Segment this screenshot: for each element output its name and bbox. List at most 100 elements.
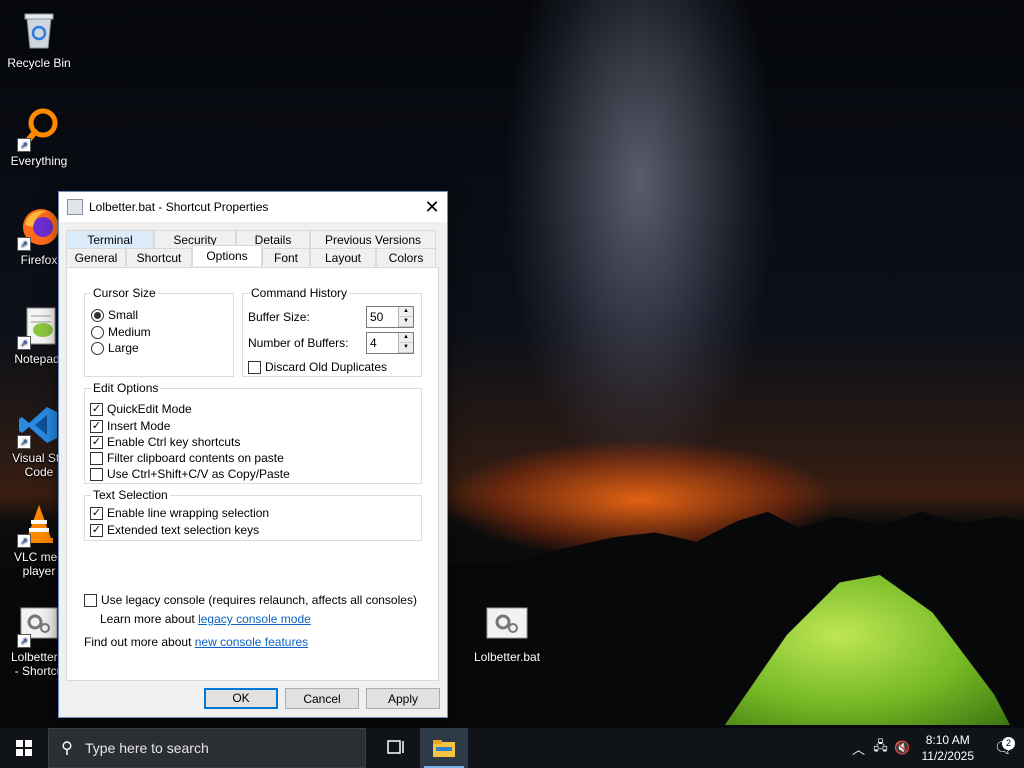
checkbox-label: Insert Mode: [107, 419, 171, 433]
shortcut-arrow-icon: ↗: [17, 435, 31, 449]
desktop-icon-label: Recycle Bin: [7, 56, 71, 70]
num-buffers-label: Number of Buffers:: [248, 336, 349, 350]
checkbox[interactable]: ✓: [90, 523, 103, 537]
cancel-button[interactable]: Cancel: [285, 688, 359, 709]
num-buffers-stepper[interactable]: 4 ▲ ▼: [366, 332, 414, 354]
shortcut-file-icon: [67, 199, 83, 215]
taskbar-search-box[interactable]: ⚲ Type here to search: [48, 728, 366, 768]
ctrl-shift-cv-checkbox[interactable]: Use Ctrl+Shift+C/V as Copy/Paste: [90, 467, 290, 481]
notification-badge: 2: [1002, 737, 1015, 750]
radio-label: Medium: [108, 325, 151, 339]
radio-button[interactable]: [91, 308, 104, 322]
windows-logo-icon: [16, 740, 32, 756]
checkbox-label: Extended text selection keys: [107, 523, 260, 537]
system-tray: ︿ 🖧 🔇 8:10 AM 11/2/2025 🗨 2: [848, 728, 1024, 768]
checkbox-label: Filter clipboard contents on paste: [107, 451, 284, 465]
start-button[interactable]: [0, 728, 48, 768]
options-panel: Cursor Size Small Medium Large Command H…: [66, 267, 439, 681]
dialog-titlebar[interactable]: Lolbetter.bat - Shortcut Properties ✕: [59, 192, 447, 222]
extended-keys-checkbox[interactable]: ✓ Extended text selection keys: [90, 523, 259, 537]
desktop-icon-recycle-bin[interactable]: Recycle Bin: [1, 8, 77, 70]
learn-more-prefix: Learn more about: [100, 612, 199, 626]
radio-button[interactable]: [91, 341, 104, 355]
desktop-icon-lolbetter-bat[interactable]: Lolbetter.bat: [468, 602, 546, 664]
tab-shortcut[interactable]: Shortcut: [126, 248, 192, 266]
checkbox[interactable]: ✓: [90, 402, 103, 416]
filter-clipboard-checkbox[interactable]: Filter clipboard contents on paste: [90, 451, 284, 465]
spin-down-icon[interactable]: ▼: [399, 317, 413, 327]
checkbox-label: Discard Old Duplicates: [265, 360, 388, 374]
network-icon[interactable]: 🖧: [870, 737, 892, 759]
checkbox[interactable]: [248, 360, 261, 374]
find-more-line: Find out more about new console features: [84, 635, 308, 649]
cursor-size-legend: Cursor Size: [91, 286, 158, 300]
firefox-icon: ↗: [17, 205, 61, 251]
dialog-title: Lolbetter.bat - Shortcut Properties: [89, 200, 269, 214]
ctrl-shortcuts-checkbox[interactable]: ✓ Enable Ctrl key shortcuts: [90, 435, 240, 449]
tab-row-bottom: General Shortcut Options Font Layout Col…: [66, 245, 436, 266]
radio-small[interactable]: Small: [91, 308, 138, 322]
shortcut-arrow-icon: ↗: [17, 634, 31, 648]
tab-font[interactable]: Font: [262, 248, 310, 266]
desktop-icon-everything[interactable]: ↗ Everything: [1, 106, 77, 168]
task-view-button[interactable]: [372, 728, 420, 768]
checkbox[interactable]: [84, 593, 97, 607]
checkbox[interactable]: [90, 451, 103, 465]
apply-button[interactable]: Apply: [366, 688, 440, 709]
volume-muted-icon[interactable]: 🔇: [892, 740, 914, 756]
radio-button[interactable]: [91, 325, 104, 339]
checkbox-label: Use Ctrl+Shift+C/V as Copy/Paste: [107, 467, 290, 481]
discard-duplicates-checkbox[interactable]: Discard Old Duplicates: [248, 360, 387, 374]
tab-general[interactable]: General: [66, 248, 126, 266]
clock-date: 11/2/2025: [921, 749, 975, 763]
tab-options[interactable]: Options: [192, 245, 262, 266]
text-selection-legend: Text Selection: [91, 488, 170, 502]
buffer-size-label: Buffer Size:: [248, 310, 310, 324]
buffer-size-value[interactable]: 50: [367, 310, 398, 324]
notepad-plus-icon: ↗: [17, 304, 61, 350]
close-icon[interactable]: ✕: [417, 192, 447, 222]
notification-center-button[interactable]: 🗨 2: [984, 737, 1024, 758]
edit-options-group: Edit Options ✓ QuickEdit Mode ✓ Insert M…: [84, 381, 422, 484]
buffer-size-stepper[interactable]: 50 ▲ ▼: [366, 306, 414, 328]
checkbox-label: Use legacy console (requires relaunch, a…: [101, 593, 417, 607]
radio-label: Large: [108, 341, 139, 355]
text-selection-group: Text Selection ✓ Enable line wrapping se…: [84, 488, 422, 541]
spin-down-icon[interactable]: ▼: [399, 343, 413, 353]
radio-medium[interactable]: Medium: [91, 325, 151, 339]
checkbox[interactable]: ✓: [90, 506, 103, 520]
tab-terminal[interactable]: Terminal: [66, 230, 154, 248]
shortcut-arrow-icon: ↗: [17, 237, 31, 251]
tab-previous-versions[interactable]: Previous Versions: [310, 230, 436, 248]
quickedit-checkbox[interactable]: ✓ QuickEdit Mode: [90, 402, 192, 416]
ok-button[interactable]: OK: [204, 688, 278, 709]
learn-more-line: Learn more about legacy console mode: [100, 612, 311, 626]
spin-up-icon[interactable]: ▲: [399, 307, 413, 317]
legacy-console-link[interactable]: legacy console mode: [198, 612, 311, 626]
vscode-icon: ↗: [17, 403, 61, 449]
desktop-icon-label: Lolbetter.bat: [473, 650, 541, 664]
checkbox[interactable]: [90, 467, 103, 481]
find-more-prefix: Find out more about: [84, 635, 195, 649]
file-explorer-icon: [433, 740, 455, 757]
recycle-bin-icon: [17, 8, 61, 52]
shortcut-properties-dialog: Lolbetter.bat - Shortcut Properties ✕ Te…: [58, 191, 448, 718]
legacy-console-checkbox[interactable]: Use legacy console (requires relaunch, a…: [84, 593, 417, 607]
radio-large[interactable]: Large: [91, 341, 139, 355]
num-buffers-value[interactable]: 4: [367, 336, 398, 350]
command-history-group: Command History Buffer Size: 50 ▲ ▼ Numbe…: [242, 286, 422, 377]
clock[interactable]: 8:10 AM 11/2/2025: [922, 732, 975, 764]
line-wrapping-checkbox[interactable]: ✓ Enable line wrapping selection: [90, 506, 269, 520]
checkbox[interactable]: ✓: [90, 435, 103, 449]
checkbox-label: Enable line wrapping selection: [107, 506, 270, 520]
new-console-features-link[interactable]: new console features: [195, 635, 308, 649]
tab-layout[interactable]: Layout: [310, 248, 376, 266]
checkbox[interactable]: ✓: [90, 419, 103, 433]
tab-colors[interactable]: Colors: [376, 248, 436, 266]
insert-mode-checkbox[interactable]: ✓ Insert Mode: [90, 419, 170, 433]
spin-up-icon[interactable]: ▲: [399, 333, 413, 343]
chevron-up-icon[interactable]: ︿: [848, 739, 870, 758]
file-explorer-taskbar-button[interactable]: [420, 728, 468, 768]
desktop-icon-label: Everything: [10, 154, 68, 168]
cursor-size-group: Cursor Size Small Medium Large: [84, 286, 234, 377]
